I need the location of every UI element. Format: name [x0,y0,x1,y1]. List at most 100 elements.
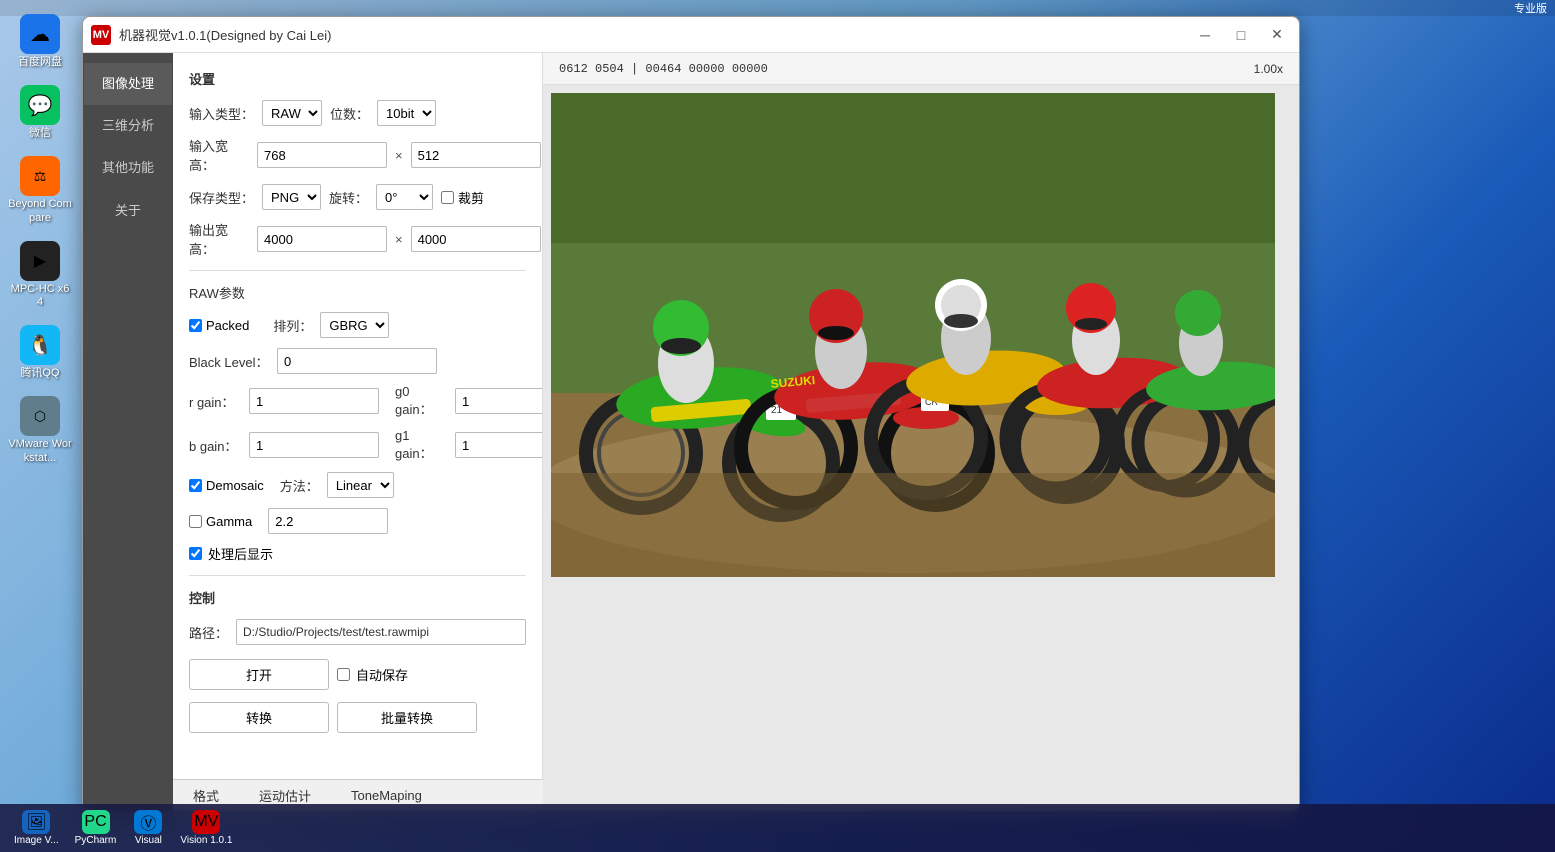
output-size-row: 输出宽高： × [189,220,526,258]
output-height-field[interactable] [411,226,541,252]
desktop-icon-mpc[interactable]: ▶ MPC-HC x64 [4,237,76,313]
image-canvas: 21 [543,85,1299,811]
arrangement-label: 排列： [273,316,312,335]
input-size-row: 输入宽高： × [189,136,526,174]
input-height-field[interactable] [411,142,541,168]
g0-gain-label: g0 gain： [395,384,447,418]
r-gain-label: r gain： [189,392,241,411]
preview-svg: 21 [551,93,1275,577]
visual-icon: Ⓥ [134,810,162,834]
post-display-label: 处理后显示 [208,544,273,563]
pycharm-label: PyCharm [75,835,117,846]
gain-row-1: r gain： g0 gain： [189,384,526,418]
path-field[interactable] [236,619,526,645]
packed-checkbox[interactable] [189,319,202,332]
x-separator-1: × [395,148,403,163]
title-controls: ─ □ ✕ [1191,24,1291,46]
output-width-field[interactable] [257,226,387,252]
save-type-label: 保存类型： [189,188,254,207]
close-button[interactable]: ✕ [1263,24,1291,46]
r-gain-field[interactable] [249,388,379,414]
bit-depth-label: 位数： [330,104,369,123]
wechat-icon: 💬 [20,85,60,125]
maximize-button[interactable]: □ [1227,24,1255,46]
post-display-checkbox[interactable] [189,547,202,560]
demosaic-checkbox-row[interactable]: Demosaic [189,478,264,493]
qq-icon: 🐧 [20,325,60,365]
taskbar-vision[interactable]: MV Vision 1.0.1 [174,808,238,848]
pycharm-icon: PC [82,810,110,834]
vision-icon: MV [192,810,220,834]
method-select[interactable]: Linear VNG PPG [327,472,394,498]
g1-gain-label: g1 gain： [395,428,447,462]
packed-label: Packed [206,318,249,333]
desktop-icon-beyond[interactable]: ⚖ Beyond Compare [4,152,76,228]
taskbar-pycharm[interactable]: PC PyCharm [69,808,123,848]
input-size-label: 输入宽高： [189,136,249,174]
mpc-icon: ▶ [20,241,60,281]
input-type-row: 输入类型： RAW 位数： 10bit 8bit 12bit [189,100,526,126]
control-section-title: 控制 [189,588,526,607]
rotate-label: 旋转： [329,188,368,207]
black-level-field[interactable] [277,348,437,374]
zoom-level: 1.00x [1254,62,1283,76]
gamma-value-field[interactable] [268,508,388,534]
desktop-icon-wechat[interactable]: 💬 微信 [4,81,76,144]
desktop-icon-baidu[interactable]: ☁ 百度网盘 [4,10,76,73]
sidebar-item-image-processing[interactable]: 图像处理 [84,63,172,105]
title-bar: MV 机器视觉v1.0.1(Designed by Cai Lei) ─ □ ✕ [83,17,1299,53]
taskbar-visual[interactable]: Ⓥ Visual [126,808,170,848]
convert-row: 转换 批量转换 [189,702,526,733]
g1-gain-field[interactable] [455,432,543,458]
packed-row: Packed 排列： GBRG RGGB BGGR GRBG [189,312,526,338]
gamma-label: Gamma [206,514,252,529]
rotate-select[interactable]: 0° 90° 180° 270° [376,184,433,210]
gamma-checkbox[interactable] [189,515,202,528]
desktop-icon-vmware[interactable]: ⬡ VMware Workstat... [4,392,76,468]
bit-depth-select[interactable]: 10bit 8bit 12bit [377,100,436,126]
arrangement-select[interactable]: GBRG RGGB BGGR GRBG [320,312,389,338]
path-row: 路径： [189,619,526,645]
black-level-label: Black Level： [189,352,269,371]
convert-button[interactable]: 转换 [189,702,329,733]
save-type-row: 保存类型： PNG JPG BMP 旋转： 0° 90° 180° 270° [189,184,526,210]
image-viewer-label: Image V... [14,835,59,846]
batch-convert-button[interactable]: 批量转换 [337,702,477,733]
auto-save-row[interactable]: 自动保存 [337,665,408,684]
qq-label: 腾讯QQ [20,367,59,380]
post-display-row: 处理后显示 [189,544,526,563]
save-type-select[interactable]: PNG JPG BMP [262,184,321,210]
divider-2 [189,575,526,576]
demosaic-checkbox[interactable] [189,479,202,492]
path-label: 路径： [189,623,228,642]
open-row: 打开 自动保存 [189,659,526,690]
taskbar: 🖼 Image V... PC PyCharm Ⓥ Visual MV Visi… [0,804,1555,852]
open-button[interactable]: 打开 [189,659,329,690]
input-width-field[interactable] [257,142,387,168]
sidebar-item-3d-analysis[interactable]: 三维分析 [84,105,172,147]
gamma-row: Gamma [189,508,526,534]
demosaic-row: Demosaic 方法： Linear VNG PPG [189,472,526,498]
output-size-label: 输出宽高： [189,220,249,258]
sidebar-item-other[interactable]: 其他功能 [84,147,172,189]
crop-label: 裁剪 [458,188,484,207]
packed-checkbox-row[interactable]: Packed [189,318,249,333]
taskbar-image-viewer[interactable]: 🖼 Image V... [8,808,65,848]
crop-checkbox[interactable] [441,191,454,204]
baidu-label: 百度网盘 [18,56,62,69]
gamma-checkbox-row[interactable]: Gamma [189,514,252,529]
g0-gain-field[interactable] [455,388,543,414]
crop-checkbox-row[interactable]: 裁剪 [441,188,484,207]
raw-params-title: RAW参数 [189,283,526,302]
input-type-select[interactable]: RAW [262,100,322,126]
minimize-button[interactable]: ─ [1191,24,1219,46]
app-title: 机器视觉v1.0.1(Designed by Cai Lei) [119,25,1191,44]
auto-save-checkbox[interactable] [337,668,350,681]
sidebar-item-about[interactable]: 关于 [84,190,172,232]
demosaic-label: Demosaic [206,478,264,493]
desktop-icon-qq[interactable]: 🐧 腾讯QQ [4,321,76,384]
app-body: 图像处理 三维分析 其他功能 关于 设置 输入类型： [83,53,1299,811]
b-gain-label: b gain： [189,436,241,455]
top-bar: 专业版 [0,0,1555,16]
b-gain-field[interactable] [249,432,379,458]
